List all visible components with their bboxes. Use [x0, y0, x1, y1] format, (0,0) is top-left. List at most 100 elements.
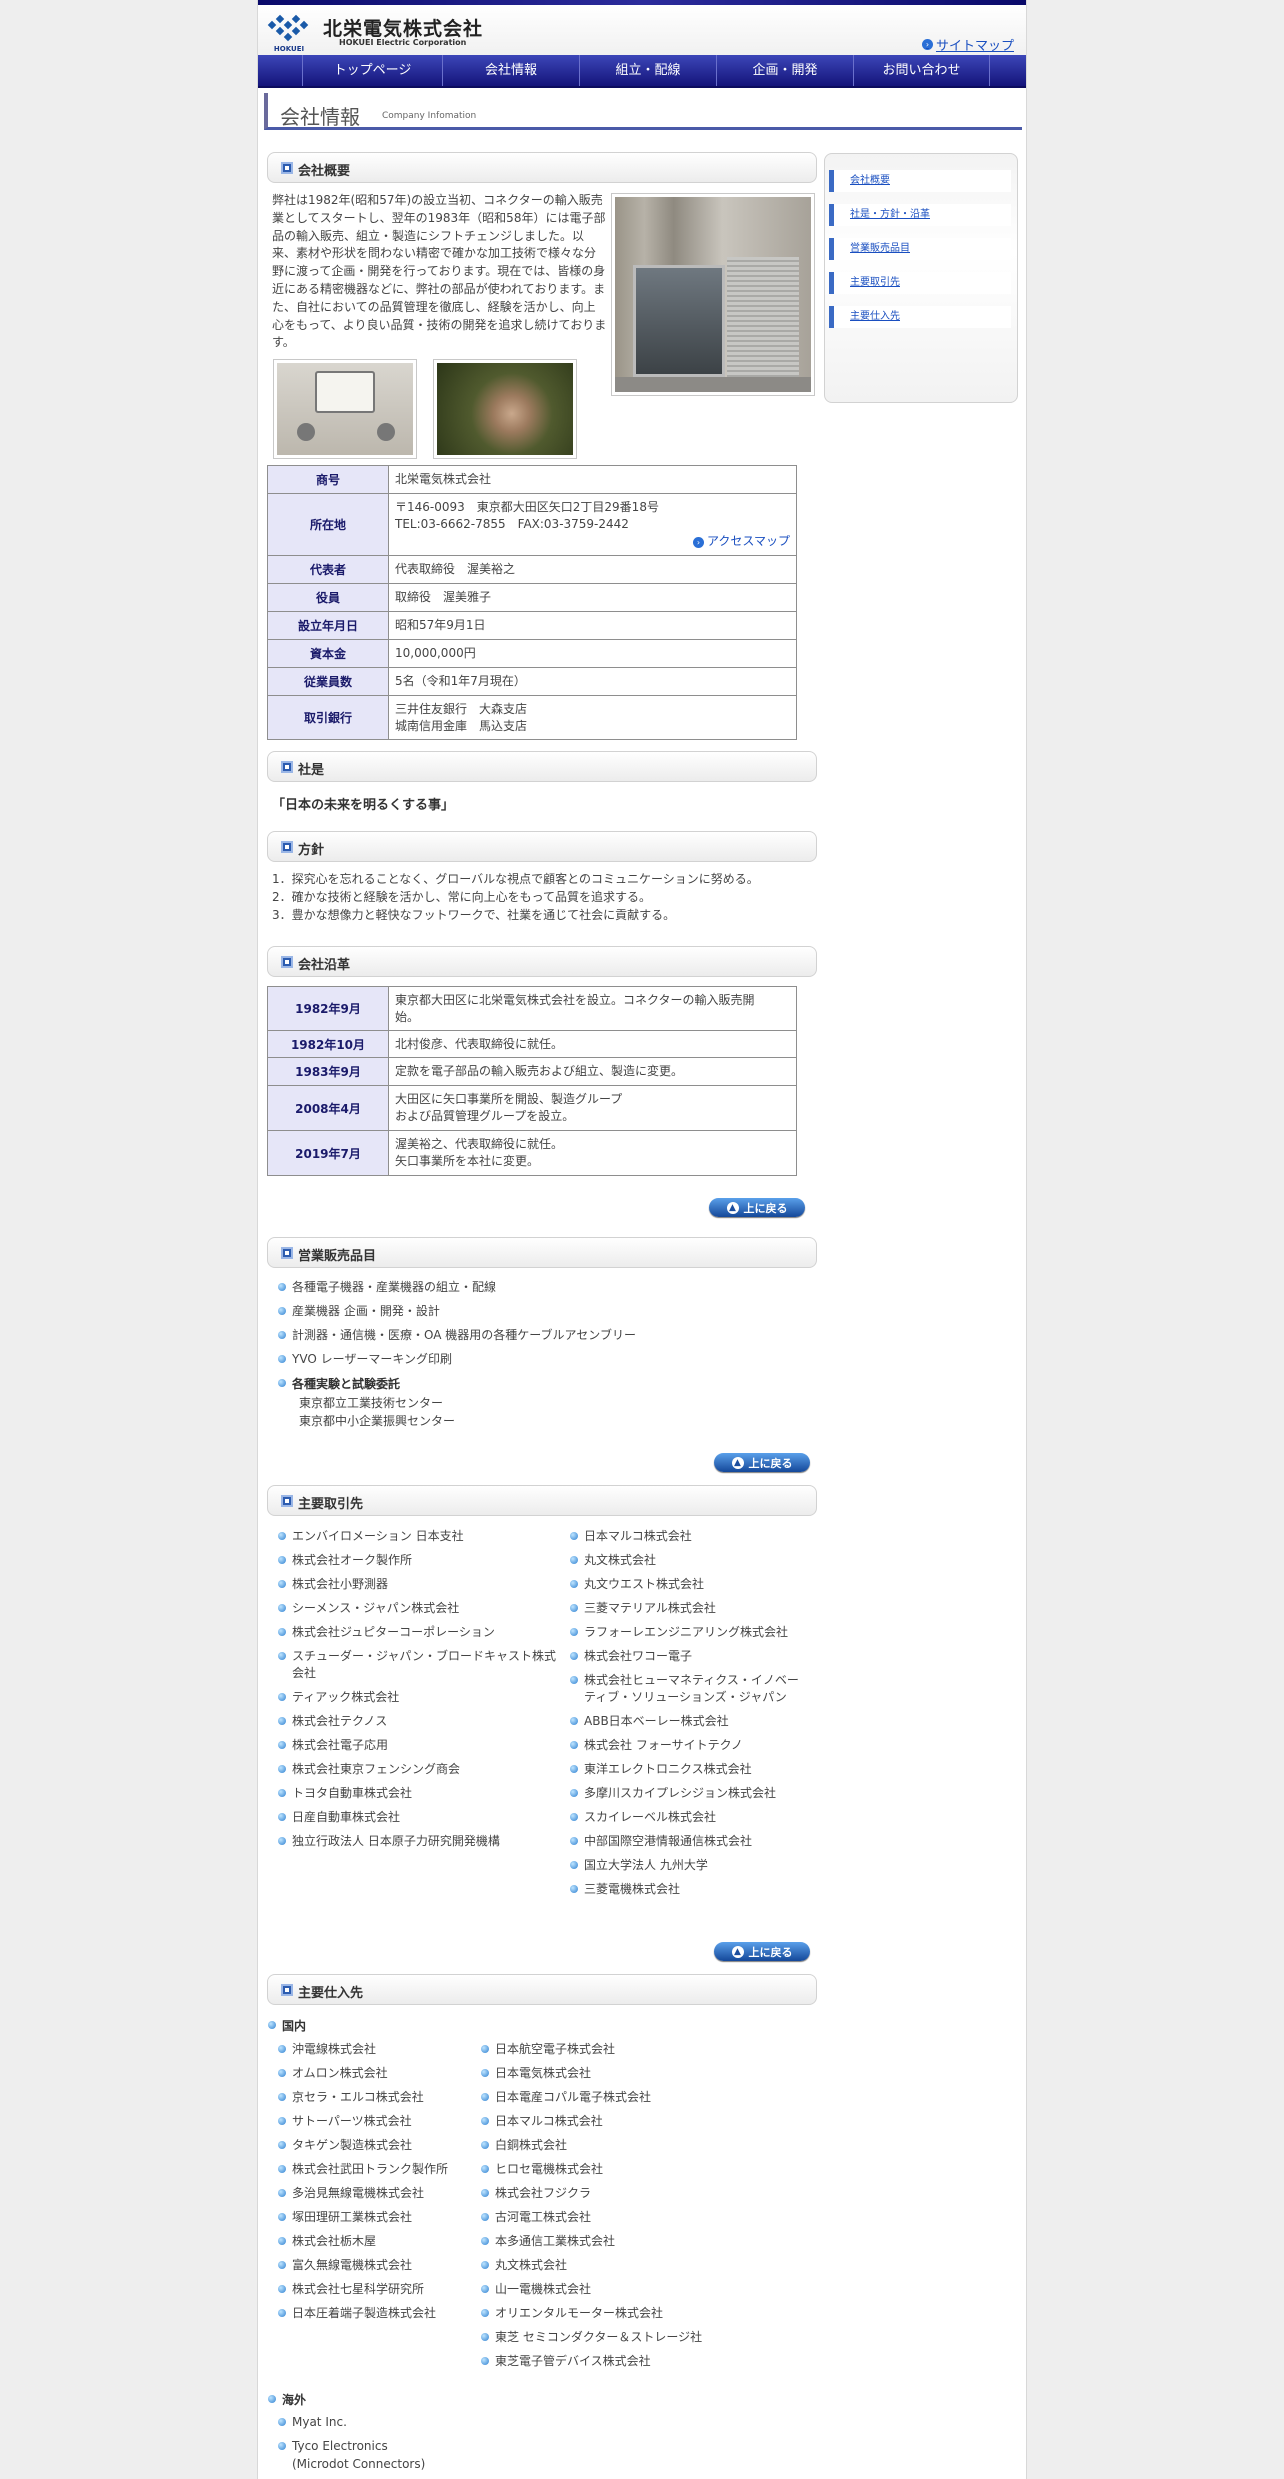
list-item: 日産自動車株式会社	[277, 1809, 562, 1826]
list-item: 株式会社ワコー電子	[569, 1648, 807, 1665]
company-info-table: 商号 北栄電気株式会社 所在地 〒146-0093 東京都大田区矢口2丁目29番1…	[267, 465, 797, 740]
list-item: 株式会社 フォーサイトテクノ	[569, 1737, 807, 1754]
table-header: 役員	[267, 583, 389, 612]
up-arrow-icon: ▲	[731, 1456, 744, 1469]
table-cell: 昭和57年9月1日	[388, 611, 797, 640]
list-item: 株式会社電子応用	[277, 1737, 562, 1754]
list-item: Myat Inc.	[277, 2414, 507, 2431]
table-row: 1982年10月 北村俊彦、代表取締役に就任。	[267, 1030, 797, 1058]
products-subheading: 各種実験と試験委託	[277, 1375, 400, 1392]
list-item: 株式会社ジュピターコーポレーション	[277, 1624, 562, 1641]
products-sub-item: 東京都立工業技術センター	[299, 1396, 444, 1410]
nav-assembly[interactable]: 組立・配線	[579, 55, 716, 86]
table-cell: 北村俊彦、代表取締役に就任。	[388, 1030, 797, 1058]
policy-item: 2．確かな技術と経験を活かし、常に向上心をもって品質を追求する。	[272, 890, 652, 904]
section-title: 会社概要	[298, 164, 351, 179]
sitemap-link[interactable]: › サイトマップ	[921, 35, 1014, 54]
list-item: 丸文ウエスト株式会社	[569, 1576, 807, 1593]
table-row: 1982年9月 東京都大田区に北栄電気株式会社を設立。コネクターの輸入販売開 始。	[267, 986, 797, 1031]
back-to-top-button[interactable]: ▲ 上に戻る	[714, 1942, 810, 1961]
list-item: 東洋エレクトロニクス株式会社	[569, 1761, 807, 1778]
list-item: YVO レーザーマーキング印刷	[277, 1351, 797, 1368]
list-item: 株式会社ヒューマネティクス・イノベーティブ・ソリューションズ・ジャパン	[569, 1672, 807, 1706]
history-table: 1982年9月 東京都大田区に北栄電気株式会社を設立。コネクターの輸入販売開 始。 …	[267, 986, 797, 1176]
list-item: 東芝電子管デバイス株式会社	[480, 2353, 710, 2370]
sidebar-item-customers[interactable]: 主要取引先	[829, 272, 1011, 294]
domestic-label: 国内	[267, 2017, 306, 2034]
table-header: 1982年10月	[267, 1030, 389, 1058]
nav-contact[interactable]: お問い合わせ	[853, 55, 990, 86]
products-sub-item: 東京都中小企業振興センター	[299, 1414, 456, 1428]
list-item: 三菱電機株式会社	[569, 1881, 807, 1898]
list-item: サトーパーツ株式会社	[277, 2113, 477, 2130]
list-item: 株式会社七星科学研究所	[277, 2281, 477, 2298]
list-item: ヒロセ電機株式会社	[480, 2161, 710, 2178]
sidebar-item-policy[interactable]: 社是・方針・沿革	[829, 204, 1011, 226]
back-to-top-button[interactable]: ▲ 上に戻る	[714, 1453, 810, 1472]
meter-photo	[273, 359, 417, 459]
list-item: 株式会社オーク製作所	[277, 1552, 562, 1569]
sidebar-item-suppliers[interactable]: 主要仕入先	[829, 306, 1011, 328]
page-heading: 会社情報 Company Infomation	[264, 93, 1022, 130]
list-item: 産業機器 企画・開発・設計	[277, 1303, 797, 1320]
list-item: 沖電線株式会社	[277, 2041, 477, 2058]
section-heading-history: 会社沿革	[267, 946, 817, 977]
list-item: 富久無線電機株式会社	[277, 2257, 477, 2274]
list-item: 株式会社武田トランク製作所	[277, 2161, 477, 2178]
list-item: トヨタ自動車株式会社	[277, 1785, 562, 1802]
hand-assembly-photo	[433, 359, 577, 459]
table-row: 設立年月日 昭和57年9月1日	[267, 611, 797, 640]
list-item: 日本電気株式会社	[480, 2065, 710, 2082]
list-item: 塚田理研工業株式会社	[277, 2209, 477, 2226]
list-item: 山一電機株式会社	[480, 2281, 710, 2298]
table-row: 役員 取締役 渥美雅子	[267, 583, 797, 612]
list-item: 株式会社栃木屋	[277, 2233, 477, 2250]
up-arrow-icon: ▲	[726, 1201, 739, 1214]
table-cell: 定款を電子部品の輸入販売および組立、製造に変更。	[388, 1057, 797, 1086]
section-heading-suppliers: 主要仕入先	[267, 1974, 817, 2005]
section-heading-products: 営業販売品目	[267, 1237, 817, 1268]
table-header: 代表者	[267, 555, 389, 584]
sidebar-item-products[interactable]: 営業販売品目	[829, 238, 1011, 260]
nav-top[interactable]: トップページ	[302, 55, 442, 86]
list-item: オムロン株式会社	[277, 2065, 477, 2082]
table-cell: 5名（令和1年7月現在）	[388, 667, 797, 696]
table-header: 1982年9月	[267, 986, 389, 1031]
section-heading-overview: 会社概要	[267, 152, 817, 183]
table-row: 資本金 10,000,000円	[267, 639, 797, 668]
list-item: スカイレーベル株式会社	[569, 1809, 807, 1826]
nav-company[interactable]: 会社情報	[442, 55, 579, 86]
access-map-link[interactable]: › アクセスマップ	[395, 533, 790, 550]
list-item: シーメンス・ジャパン株式会社	[277, 1600, 562, 1617]
overseas-list: Myat Inc. Tyco Electronics	[277, 2414, 507, 2455]
company-name-en: HOKUEI Electric Corporation	[339, 38, 467, 47]
products-list: 各種電子機器・産業機器の組立・配線 産業機器 企画・開発・設計 計測器・通信機・…	[277, 1279, 797, 1368]
list-item: 各種電子機器・産業機器の組立・配線	[277, 1279, 797, 1296]
sidebar-item-overview[interactable]: 会社概要	[829, 170, 1011, 192]
list-item: 丸文株式会社	[480, 2257, 710, 2274]
back-to-top-button[interactable]: ▲ 上に戻る	[709, 1198, 805, 1217]
table-cell: 取締役 渥美雅子	[388, 583, 797, 612]
table-cell: 代表取締役 渥美裕之	[388, 555, 797, 584]
list-item: 株式会社フジクラ	[480, 2185, 710, 2202]
square-bullet-icon	[281, 841, 293, 853]
address-cell: 〒146-0093 東京都大田区矢口2丁目29番18号 TEL:03-6662-…	[388, 493, 797, 556]
list-item: 日本マルコ株式会社	[480, 2113, 710, 2130]
list-item: 株式会社小野測器	[277, 1576, 562, 1593]
policy-item: 1．探究心を忘れることなく、グローバルな視点で顧客とのコミュニケーションに努める…	[272, 872, 759, 886]
section-title: 方針	[298, 843, 325, 858]
list-item: 計測器・通信機・医療・OA 機器用の各種ケーブルアセンブリー	[277, 1327, 797, 1344]
page-title-en: Company Infomation	[382, 111, 477, 121]
list-item: 三菱マテリアル株式会社	[569, 1600, 807, 1617]
table-cell: 10,000,000円	[388, 639, 797, 668]
list-item: スチューダー・ジャパン・ブロードキャスト株式会社	[277, 1648, 562, 1682]
company-logo[interactable]: HOKUEI	[266, 13, 312, 53]
section-heading-policy: 方針	[267, 831, 817, 862]
list-item: 国立大学法人 九州大学	[569, 1857, 807, 1874]
list-item: エンバイロメーション 日本支社	[277, 1528, 562, 1545]
global-nav: トップページ 会社情報 組立・配線 企画・開発 お問い合わせ	[258, 55, 1026, 88]
nav-development[interactable]: 企画・開発	[716, 55, 853, 86]
arrow-icon: ›	[692, 537, 704, 548]
section-heading-motto: 社是	[267, 751, 817, 782]
section-heading-customers: 主要取引先	[267, 1485, 817, 1516]
